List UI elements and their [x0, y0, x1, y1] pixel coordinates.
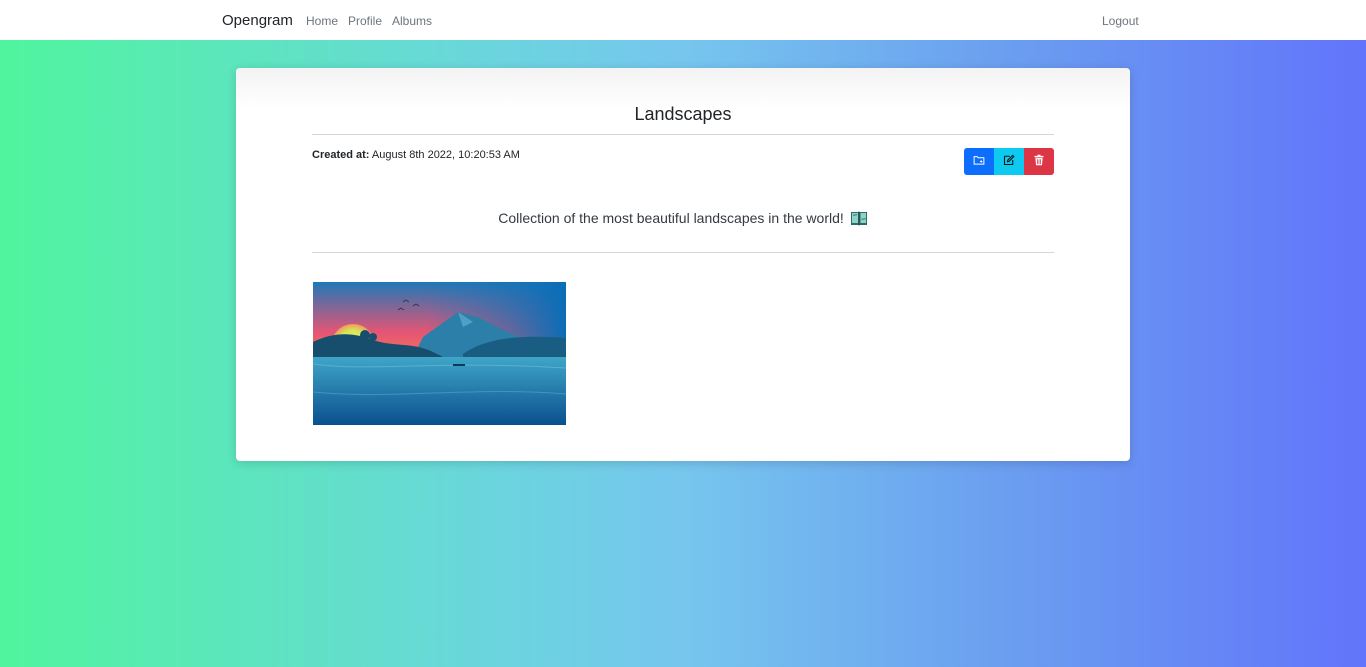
album-card: Landscapes Created at: August 8th 2022, …	[236, 68, 1130, 461]
brand-link[interactable]: Opengram	[222, 12, 293, 29]
created-at: Created at: August 8th 2022, 10:20:53 AM	[312, 149, 520, 161]
navbar: Opengram Home Profile Albums Logout	[0, 0, 1366, 40]
trash-icon	[1033, 154, 1045, 169]
album-description: Collection of the most beautiful landsca…	[236, 210, 1130, 226]
pencil-square-icon	[1003, 154, 1015, 169]
title-divider	[312, 134, 1054, 135]
add-photos-button[interactable]	[964, 148, 994, 175]
logout-link[interactable]: Logout	[1102, 14, 1139, 28]
album-title: Landscapes	[634, 104, 732, 124]
edit-album-button[interactable]	[994, 148, 1024, 175]
delete-album-button[interactable]	[1024, 148, 1054, 175]
folder-plus-icon	[973, 154, 985, 169]
album-description-text: Collection of the most beautiful landsca…	[498, 210, 844, 226]
card-header-background	[236, 68, 1130, 108]
description-divider	[312, 252, 1054, 253]
nav-link-home[interactable]: Home	[306, 14, 338, 28]
landscape-photo[interactable]	[313, 282, 566, 425]
open-book-map-icon	[850, 210, 868, 226]
nav-link-profile[interactable]: Profile	[348, 14, 382, 28]
created-at-label: Created at:	[312, 149, 370, 161]
created-at-value: August 8th 2022, 10:20:53 AM	[371, 149, 520, 161]
nav-link-albums[interactable]: Albums	[392, 14, 432, 28]
